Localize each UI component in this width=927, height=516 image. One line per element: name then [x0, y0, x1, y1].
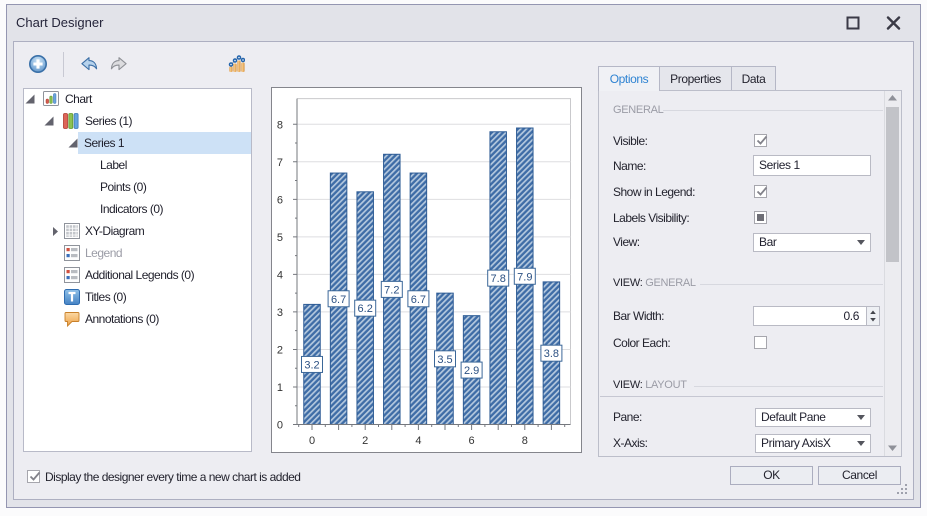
- svg-text:6.7: 6.7: [331, 294, 346, 306]
- svg-text:8: 8: [522, 435, 528, 447]
- svg-text:3.2: 3.2: [304, 359, 319, 371]
- svg-text:7.9: 7.9: [517, 271, 532, 283]
- svg-text:0: 0: [277, 420, 283, 432]
- svg-text:6.7: 6.7: [411, 294, 426, 306]
- svg-text:4: 4: [277, 269, 283, 281]
- svg-text:8: 8: [277, 119, 283, 131]
- svg-text:7.2: 7.2: [384, 284, 399, 296]
- svg-text:5: 5: [277, 232, 283, 244]
- svg-text:3.8: 3.8: [544, 348, 559, 360]
- svg-text:1: 1: [277, 382, 283, 394]
- svg-text:3.5: 3.5: [437, 354, 452, 366]
- svg-text:7: 7: [277, 157, 283, 169]
- svg-text:2: 2: [277, 344, 283, 356]
- svg-text:6: 6: [469, 435, 475, 447]
- svg-text:3: 3: [277, 307, 283, 319]
- svg-text:4: 4: [415, 435, 421, 447]
- svg-text:6.2: 6.2: [358, 303, 373, 315]
- svg-text:2.9: 2.9: [464, 365, 479, 377]
- svg-text:7.8: 7.8: [491, 273, 506, 285]
- svg-text:0: 0: [309, 435, 315, 447]
- svg-text:2: 2: [362, 435, 368, 447]
- svg-text:6: 6: [277, 194, 283, 206]
